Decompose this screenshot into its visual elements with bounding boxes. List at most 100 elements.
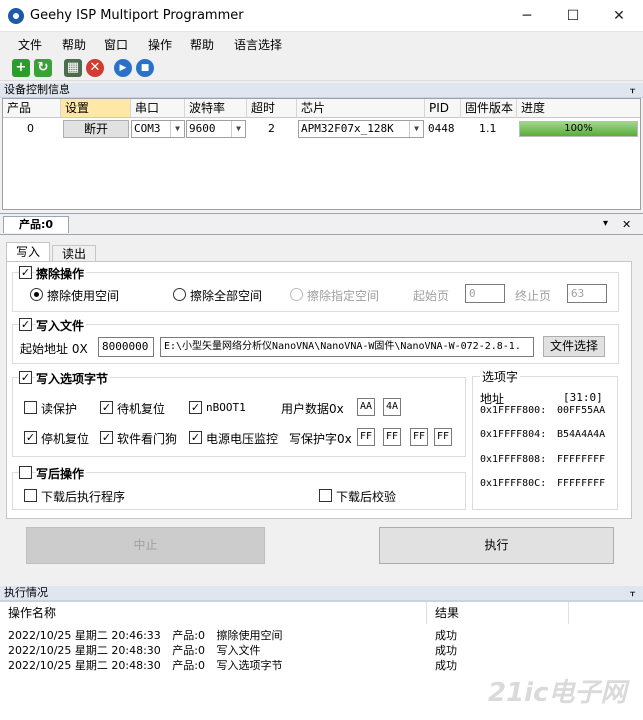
log-product: 产品:0 bbox=[172, 659, 206, 672]
progress-bar: 100% bbox=[519, 121, 638, 137]
file-path-input[interactable]: E:\小型矢量网络分析仪NanoVNA\NanoVNA-W固件\NanoVNA-… bbox=[160, 337, 534, 357]
log-time: 2022/10/25 星期二 20:46:33 bbox=[8, 629, 161, 642]
start-addr-label: 起始地址 0X bbox=[20, 342, 88, 356]
refresh-icon[interactable]: ↻ bbox=[34, 59, 52, 77]
col-timeout: 超时 bbox=[247, 99, 297, 118]
log-row: 2022/10/25 星期二 20:48:30 产品:0 写入选项字节 bbox=[8, 657, 283, 673]
standby-reset-checkbox[interactable]: ✓ bbox=[100, 401, 113, 414]
log-op: 写入选项字节 bbox=[216, 659, 283, 672]
add-icon[interactable]: + bbox=[12, 59, 30, 77]
product-tab[interactable]: 产品:0 bbox=[3, 216, 69, 233]
standby-reset-label: 待机复位 bbox=[117, 402, 166, 416]
chevron-down-icon: ▼ bbox=[409, 121, 423, 137]
menu-help-2[interactable]: 帮助 bbox=[190, 36, 214, 53]
read-protect-checkbox[interactable] bbox=[24, 401, 37, 414]
log-row: 2022/10/25 星期二 20:46:33 产品:0 擦除使用空间 bbox=[8, 627, 283, 643]
col-settings: 设置 bbox=[61, 99, 131, 118]
file-select-button[interactable]: 文件选择 bbox=[543, 336, 605, 357]
log-op: 擦除使用空间 bbox=[216, 629, 283, 642]
col-port: 串口 bbox=[131, 99, 185, 118]
cell-firmware: 1.1 bbox=[479, 122, 497, 135]
abort-button[interactable]: 中止 bbox=[26, 527, 265, 564]
port-select[interactable]: COM3 ▼ bbox=[131, 120, 185, 138]
user-data-0-input[interactable]: AA bbox=[357, 398, 375, 416]
erase-range-label: 擦除指定空间 bbox=[307, 289, 380, 303]
menu-file[interactable]: 文件 bbox=[18, 36, 42, 53]
erase-checkbox[interactable]: ✓ bbox=[19, 266, 32, 279]
run-after-checkbox[interactable] bbox=[24, 489, 37, 502]
close-button[interactable]: ✕ bbox=[596, 0, 642, 32]
menu-operation[interactable]: 操作 bbox=[148, 36, 172, 53]
menu-bar: 文件 帮助 窗口 操作 帮助 语言选择 bbox=[0, 33, 643, 54]
stop-icon[interactable]: ■ bbox=[136, 59, 154, 77]
execute-button[interactable]: 执行 bbox=[379, 527, 614, 564]
start-page-label: 起始页 bbox=[413, 289, 450, 303]
post-op-checkbox[interactable] bbox=[19, 466, 32, 479]
power-monitor-checkbox[interactable]: ✓ bbox=[189, 431, 202, 444]
option-bytes-checkbox[interactable]: ✓ bbox=[19, 371, 32, 384]
run-after-label: 下载后执行程序 bbox=[41, 490, 126, 504]
baud-value: 9600 bbox=[189, 122, 216, 135]
log-header-result: 结果 bbox=[427, 602, 569, 624]
start-page-spinner[interactable]: 0 bbox=[465, 284, 505, 303]
dropdown-icon[interactable]: ▾ bbox=[603, 218, 608, 229]
cell-timeout[interactable]: 2 bbox=[268, 119, 275, 139]
ow-addr-2: 0x1FFFF808: bbox=[480, 454, 547, 465]
erase-range-radio[interactable] bbox=[290, 288, 303, 301]
wp-1-input[interactable]: FF bbox=[383, 428, 401, 446]
erase-title: 擦除操作 bbox=[36, 265, 87, 282]
play-icon[interactable]: ▶ bbox=[114, 59, 132, 77]
erase-used-radio[interactable] bbox=[30, 288, 43, 301]
tab-write[interactable]: 写入 bbox=[6, 242, 50, 262]
wp-3-input[interactable]: FF bbox=[434, 428, 452, 446]
read-protect-label: 读保护 bbox=[41, 402, 78, 416]
device-grid: 产品 设置 串口 波特率 超时 芯片 PID 固件版本 进度 0 断开 COM3… bbox=[2, 98, 641, 210]
verify-after-label: 下载后校验 bbox=[336, 490, 397, 504]
chip-settings-icon[interactable]: ▦ bbox=[64, 59, 82, 77]
chip-select[interactable]: APM32F07x_128K ▼ bbox=[298, 120, 424, 138]
log-section-header: 执行情况 ᚁ bbox=[0, 586, 643, 601]
start-addr-input[interactable]: 8000000 bbox=[98, 337, 154, 357]
write-protect-label: 写保护字0x bbox=[289, 432, 352, 446]
write-file-checkbox[interactable]: ✓ bbox=[19, 318, 32, 331]
tab-divider bbox=[0, 234, 643, 235]
menu-help[interactable]: 帮助 bbox=[62, 36, 86, 53]
end-page-label: 终止页 bbox=[515, 289, 552, 303]
nboot1-checkbox[interactable]: ✓ bbox=[189, 401, 202, 414]
ow-addr-3: 0x1FFFF80C: bbox=[480, 478, 547, 489]
log-time: 2022/10/25 星期二 20:48:30 bbox=[8, 644, 161, 657]
wp-2-input[interactable]: FF bbox=[410, 428, 428, 446]
erase-used-label: 擦除使用空间 bbox=[47, 289, 120, 303]
ow-value-0: 00FF55AA bbox=[557, 405, 606, 416]
tab-read[interactable]: 读出 bbox=[52, 245, 96, 262]
menu-language[interactable]: 语言选择 bbox=[234, 36, 282, 53]
stop-reset-checkbox[interactable]: ✓ bbox=[24, 431, 37, 444]
erase-all-radio[interactable] bbox=[173, 288, 186, 301]
panel-close-icon[interactable]: ✕ bbox=[622, 218, 631, 231]
baud-select[interactable]: 9600 ▼ bbox=[186, 120, 246, 138]
end-page-spinner[interactable]: 63 bbox=[567, 284, 607, 303]
col-firmware: 固件版本 bbox=[461, 99, 517, 118]
log-product: 产品:0 bbox=[172, 629, 206, 642]
log-row: 2022/10/25 星期二 20:48:30 产品:0 写入文件 bbox=[8, 642, 261, 658]
post-op-title: 写后操作 bbox=[36, 465, 87, 482]
user-data-1-input[interactable]: 4A bbox=[383, 398, 401, 416]
disconnect-button[interactable]: 断开 bbox=[63, 120, 129, 138]
minimize-button[interactable]: ─ bbox=[504, 0, 550, 32]
log-header-op: 操作名称 bbox=[0, 602, 427, 624]
log-header-empty bbox=[569, 602, 643, 624]
watermark-logo: 21ic电子网 bbox=[488, 678, 627, 708]
wp-0-input[interactable]: FF bbox=[357, 428, 375, 446]
toolbar: + ↻ ▦ ✕ ▶ ■ bbox=[0, 55, 643, 81]
menu-window[interactable]: 窗口 bbox=[104, 36, 128, 53]
stop-red-icon[interactable]: ✕ bbox=[86, 59, 104, 77]
verify-after-checkbox[interactable] bbox=[319, 489, 332, 502]
maximize-button[interactable]: ☐ bbox=[550, 0, 596, 32]
chevron-down-icon: ▼ bbox=[231, 121, 245, 137]
pin-icon[interactable]: ᚁ bbox=[630, 83, 635, 97]
pin-icon[interactable]: ᚁ bbox=[630, 586, 635, 600]
col-baud: 波特率 bbox=[185, 99, 247, 118]
log-op: 写入文件 bbox=[216, 644, 261, 657]
stop-reset-label: 停机复位 bbox=[41, 432, 90, 446]
soft-watchdog-checkbox[interactable]: ✓ bbox=[100, 431, 113, 444]
